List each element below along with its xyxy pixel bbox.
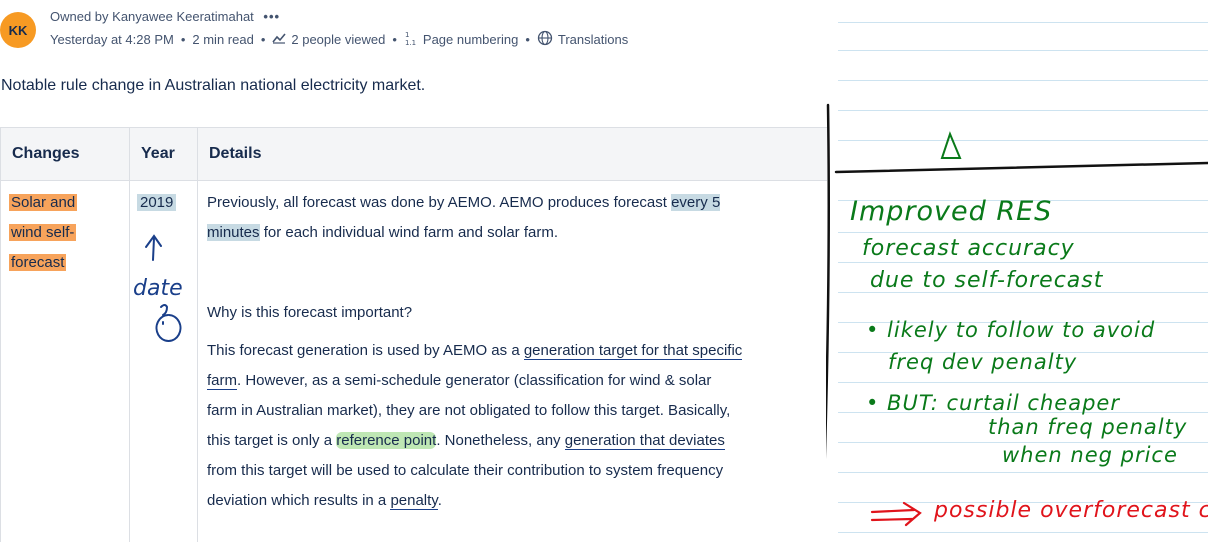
change-line: wind self- bbox=[9, 224, 77, 241]
text-span: Previously, all forecast was done by AEM… bbox=[207, 194, 672, 211]
analytics-icon bbox=[272, 32, 291, 47]
underlined-text: penalty bbox=[390, 492, 438, 510]
owner-text: Owned by Kanyawee Keeratimahat bbox=[50, 9, 254, 24]
highlight-text: minutes bbox=[207, 224, 260, 241]
details-line: deviation which results in a penalty. bbox=[207, 486, 819, 516]
note-line: than freq penalty bbox=[988, 415, 1188, 439]
header-changes: Changes bbox=[12, 145, 80, 162]
note-line: due to self-forecast bbox=[870, 268, 1104, 293]
note-line: • BUT: curtail cheaper bbox=[866, 391, 1120, 415]
intro-text: Notable rule change in Australian nation… bbox=[1, 77, 426, 94]
svg-text:1.1: 1.1 bbox=[405, 39, 416, 46]
details-paragraph-1b: minutes for each individual wind farm an… bbox=[207, 218, 819, 248]
note-conclusion: possible overforecast c bbox=[934, 498, 1208, 523]
underlined-text: farm bbox=[207, 372, 237, 390]
text-span: deviation which results in a bbox=[207, 492, 391, 509]
change-line: Solar and bbox=[9, 194, 78, 211]
details-line: this target is only a reference point. N… bbox=[207, 426, 819, 456]
separator: • bbox=[260, 32, 266, 47]
table-cell-details: Previously, all forecast was done by AEM… bbox=[207, 188, 819, 516]
note-line: • likely to follow to avoid bbox=[866, 318, 1156, 342]
underlined-text: generation that deviates bbox=[564, 432, 725, 450]
more-actions-button[interactable]: ••• bbox=[263, 9, 280, 24]
year-ink-annotation: date bbox=[133, 234, 183, 342]
text-span: this target is only a bbox=[207, 432, 337, 449]
note-line: Improved RES bbox=[850, 196, 1053, 227]
details-line: This forecast generation is used by AEMO… bbox=[207, 336, 819, 366]
page-numbering-button[interactable]: Page numbering bbox=[423, 32, 518, 47]
separator: • bbox=[180, 32, 186, 47]
owner-info: Owned by Kanyawee Keeratimahat ••• bbox=[50, 9, 280, 24]
changes-table: Changes Year Details Solar and wind self… bbox=[0, 127, 827, 542]
timestamp: Yesterday at 4:28 PM bbox=[50, 32, 174, 47]
change-line: forecast bbox=[9, 254, 67, 271]
note-line: freq dev penalty bbox=[888, 350, 1078, 374]
underlined-text: generation target for that specific bbox=[523, 342, 743, 360]
column-divider bbox=[129, 128, 130, 542]
table-header: Changes Year Details bbox=[1, 128, 827, 181]
details-line: farm in Australian market), they are not… bbox=[207, 402, 731, 419]
highlight-text: reference point bbox=[336, 432, 437, 449]
text-span: . However, as a semi-schedule generator … bbox=[237, 372, 712, 389]
text-span: for each individual wind farm and solar … bbox=[259, 224, 559, 241]
details-line: farm. However, as a semi-schedule genera… bbox=[207, 366, 819, 396]
highlight-text: every 5 bbox=[671, 194, 721, 211]
translations-button[interactable]: Translations bbox=[558, 32, 628, 47]
header-year: Year bbox=[141, 145, 175, 162]
svg-text:1: 1 bbox=[405, 31, 409, 39]
table-cell-year: 2019 bbox=[137, 188, 177, 218]
separator: • bbox=[392, 32, 397, 47]
year-value: 2019 bbox=[137, 194, 177, 211]
text-span: This forecast generation is used by AEMO… bbox=[207, 342, 524, 359]
year-note: date bbox=[133, 276, 183, 301]
text-span: . Nonetheless, any bbox=[436, 432, 565, 449]
separator: • bbox=[525, 32, 530, 47]
column-divider bbox=[197, 128, 198, 542]
globe-icon bbox=[537, 30, 558, 49]
details-question: Why is this forecast important? bbox=[207, 304, 413, 321]
note-line: when neg price bbox=[1002, 443, 1178, 467]
header-details: Details bbox=[209, 145, 262, 162]
avatar[interactable]: KK bbox=[0, 12, 36, 48]
note-line: forecast accuracy bbox=[862, 236, 1075, 261]
text-span: . bbox=[437, 492, 442, 509]
read-time: 2 min read bbox=[192, 32, 254, 47]
details-paragraph-1: Previously, all forecast was done by AEM… bbox=[207, 188, 819, 218]
details-line: from this target will be used to calcula… bbox=[207, 462, 724, 479]
page-meta-bar: Yesterday at 4:28 PM • 2 min read • 2 pe… bbox=[50, 30, 628, 49]
page-numbering-icon: 1 1.1 bbox=[404, 30, 423, 49]
notes-panel: Improved RES forecast accuracy due to se… bbox=[826, 0, 1208, 541]
viewers-link[interactable]: 2 people viewed bbox=[291, 32, 385, 47]
table-cell-change: Solar and wind self- forecast bbox=[9, 188, 78, 278]
